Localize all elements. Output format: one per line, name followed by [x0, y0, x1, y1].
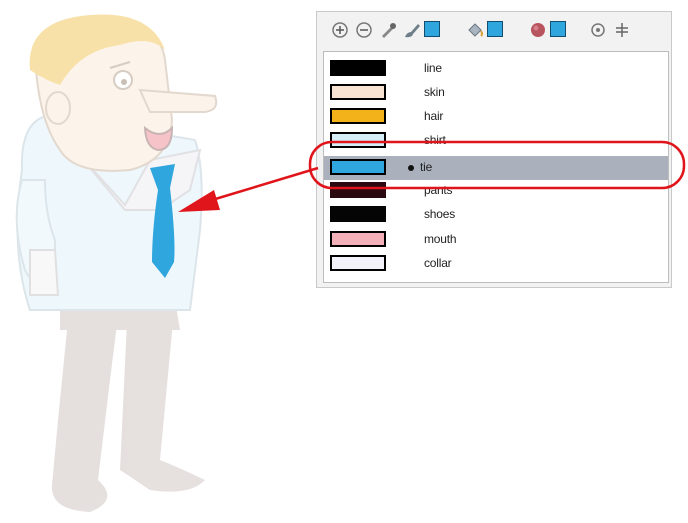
color-row-shoes[interactable]: shoes [324, 203, 668, 227]
selected-bullet-icon [408, 165, 414, 171]
color-row-shirt[interactable]: shirt [324, 129, 668, 153]
color-name: skin [424, 85, 445, 99]
texture-icon[interactable] [528, 20, 548, 40]
color-picker-icon[interactable] [378, 20, 398, 40]
color-list: line skin hair shirt tie pants shoes mou… [323, 51, 669, 283]
color-swatch [330, 159, 386, 175]
remove-color-icon[interactable] [354, 20, 374, 40]
color-swatch [330, 206, 386, 222]
color-row-skin[interactable]: skin [324, 81, 668, 105]
paint-color-chip [487, 21, 503, 37]
color-swatch [330, 108, 386, 124]
options-icon[interactable] [588, 20, 608, 40]
color-row-tie[interactable]: tie [324, 156, 668, 180]
color-swatch [330, 84, 386, 100]
color-name: line [424, 61, 442, 75]
color-row-collar[interactable]: collar [324, 252, 668, 276]
color-name: pants [424, 183, 453, 197]
color-swatch [330, 60, 386, 76]
palette-menu-icon[interactable] [612, 20, 632, 40]
color-name: hair [424, 109, 444, 123]
texture-color-chip [550, 21, 566, 37]
color-row-mouth[interactable]: mouth [324, 228, 668, 252]
color-name: shirt [424, 133, 446, 147]
color-name: shoes [424, 207, 456, 221]
character-illustration [15, 14, 218, 512]
color-name: tie [420, 160, 433, 174]
add-color-icon[interactable] [330, 20, 350, 40]
palette-toolbar [317, 12, 671, 52]
color-swatch [330, 182, 386, 198]
brush-color-chip [424, 21, 440, 37]
color-name: mouth [424, 232, 457, 246]
color-swatch [330, 132, 386, 148]
color-name: collar [424, 256, 452, 270]
paint-bucket-icon[interactable] [465, 20, 485, 40]
color-swatch [330, 255, 386, 271]
brush-icon[interactable] [402, 20, 422, 40]
color-row-line[interactable]: line [324, 57, 668, 81]
color-palette-panel: line skin hair shirt tie pants shoes mou… [316, 11, 672, 288]
color-row-hair[interactable]: hair [324, 105, 668, 129]
color-swatch [330, 231, 386, 247]
color-row-pants[interactable]: pants [324, 179, 668, 203]
